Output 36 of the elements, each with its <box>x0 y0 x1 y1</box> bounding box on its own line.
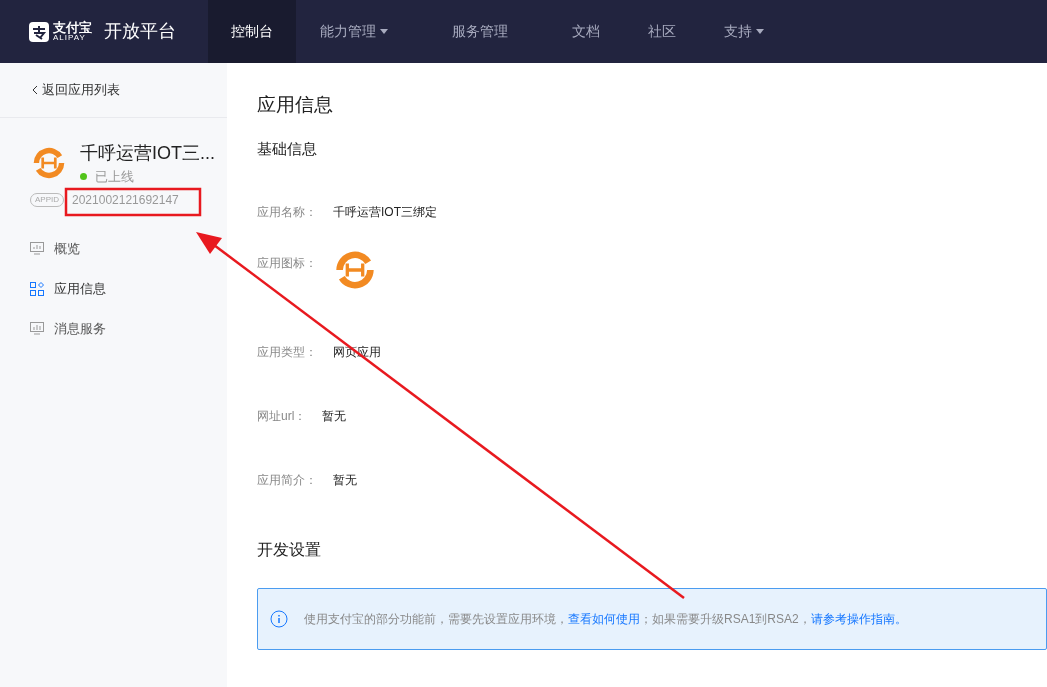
field-label: 应用图标： <box>257 255 317 272</box>
notice-text: 使用支付宝的部分功能前，需要先设置应用环境，查看如何使用；如果需要升级RSA1到RSA2，请参考操作指南。 <box>304 611 907 628</box>
section-title: 开发设置 <box>257 540 322 560</box>
field-label: 应用类型： <box>257 344 317 361</box>
sidebar-item[interactable]: 消息服务 <box>0 308 227 349</box>
section-title: 基础信息 <box>257 138 318 159</box>
nav-tab[interactable]: 控制台 <box>208 0 296 63</box>
notice-link[interactable]: 请参考操作指南。 <box>810 612 907 626</box>
field-label: 应用简介： <box>257 472 317 489</box>
nav-tab[interactable]: 服务管理 <box>412 0 548 63</box>
sidebar-item[interactable]: 应用信息 <box>0 268 227 309</box>
back-link[interactable]: 返回应用列表 <box>32 80 120 100</box>
nav-tab[interactable]: 能力管理 <box>296 0 412 63</box>
brand-subtitle: ALIPAY <box>53 34 86 42</box>
field-label: 网址url： <box>257 408 307 425</box>
monitor-icon <box>30 322 44 335</box>
chart-icon <box>30 242 44 255</box>
platform-title: 开放平台 <box>104 20 176 43</box>
field-label: 应用名称： <box>257 204 317 221</box>
alipay-logo-icon <box>29 21 49 42</box>
nav-tab[interactable]: 社区 <box>624 0 700 63</box>
app-name: 千呼运营IOT三... <box>80 142 215 165</box>
info-icon <box>270 610 288 628</box>
page-title: 应用信息 <box>257 93 334 117</box>
status-text: 已上线 <box>95 168 134 186</box>
sidebar-item[interactable]: 概览 <box>0 228 227 269</box>
brand-name: 支付宝 <box>53 21 92 34</box>
notice-link[interactable]: 查看如何使用 <box>568 612 640 626</box>
grid-icon <box>30 281 44 296</box>
field-value: 暂无 <box>322 408 347 425</box>
field-value: 千呼运营IOT三绑定 <box>333 204 437 221</box>
nav-tab[interactable]: 文档 <box>548 0 624 63</box>
nav-tab[interactable]: 支持 <box>700 0 788 63</box>
chevron-left-icon <box>32 85 38 95</box>
appid-value: 2021002121692147 <box>72 191 179 209</box>
field-value: 暂无 <box>333 472 357 489</box>
